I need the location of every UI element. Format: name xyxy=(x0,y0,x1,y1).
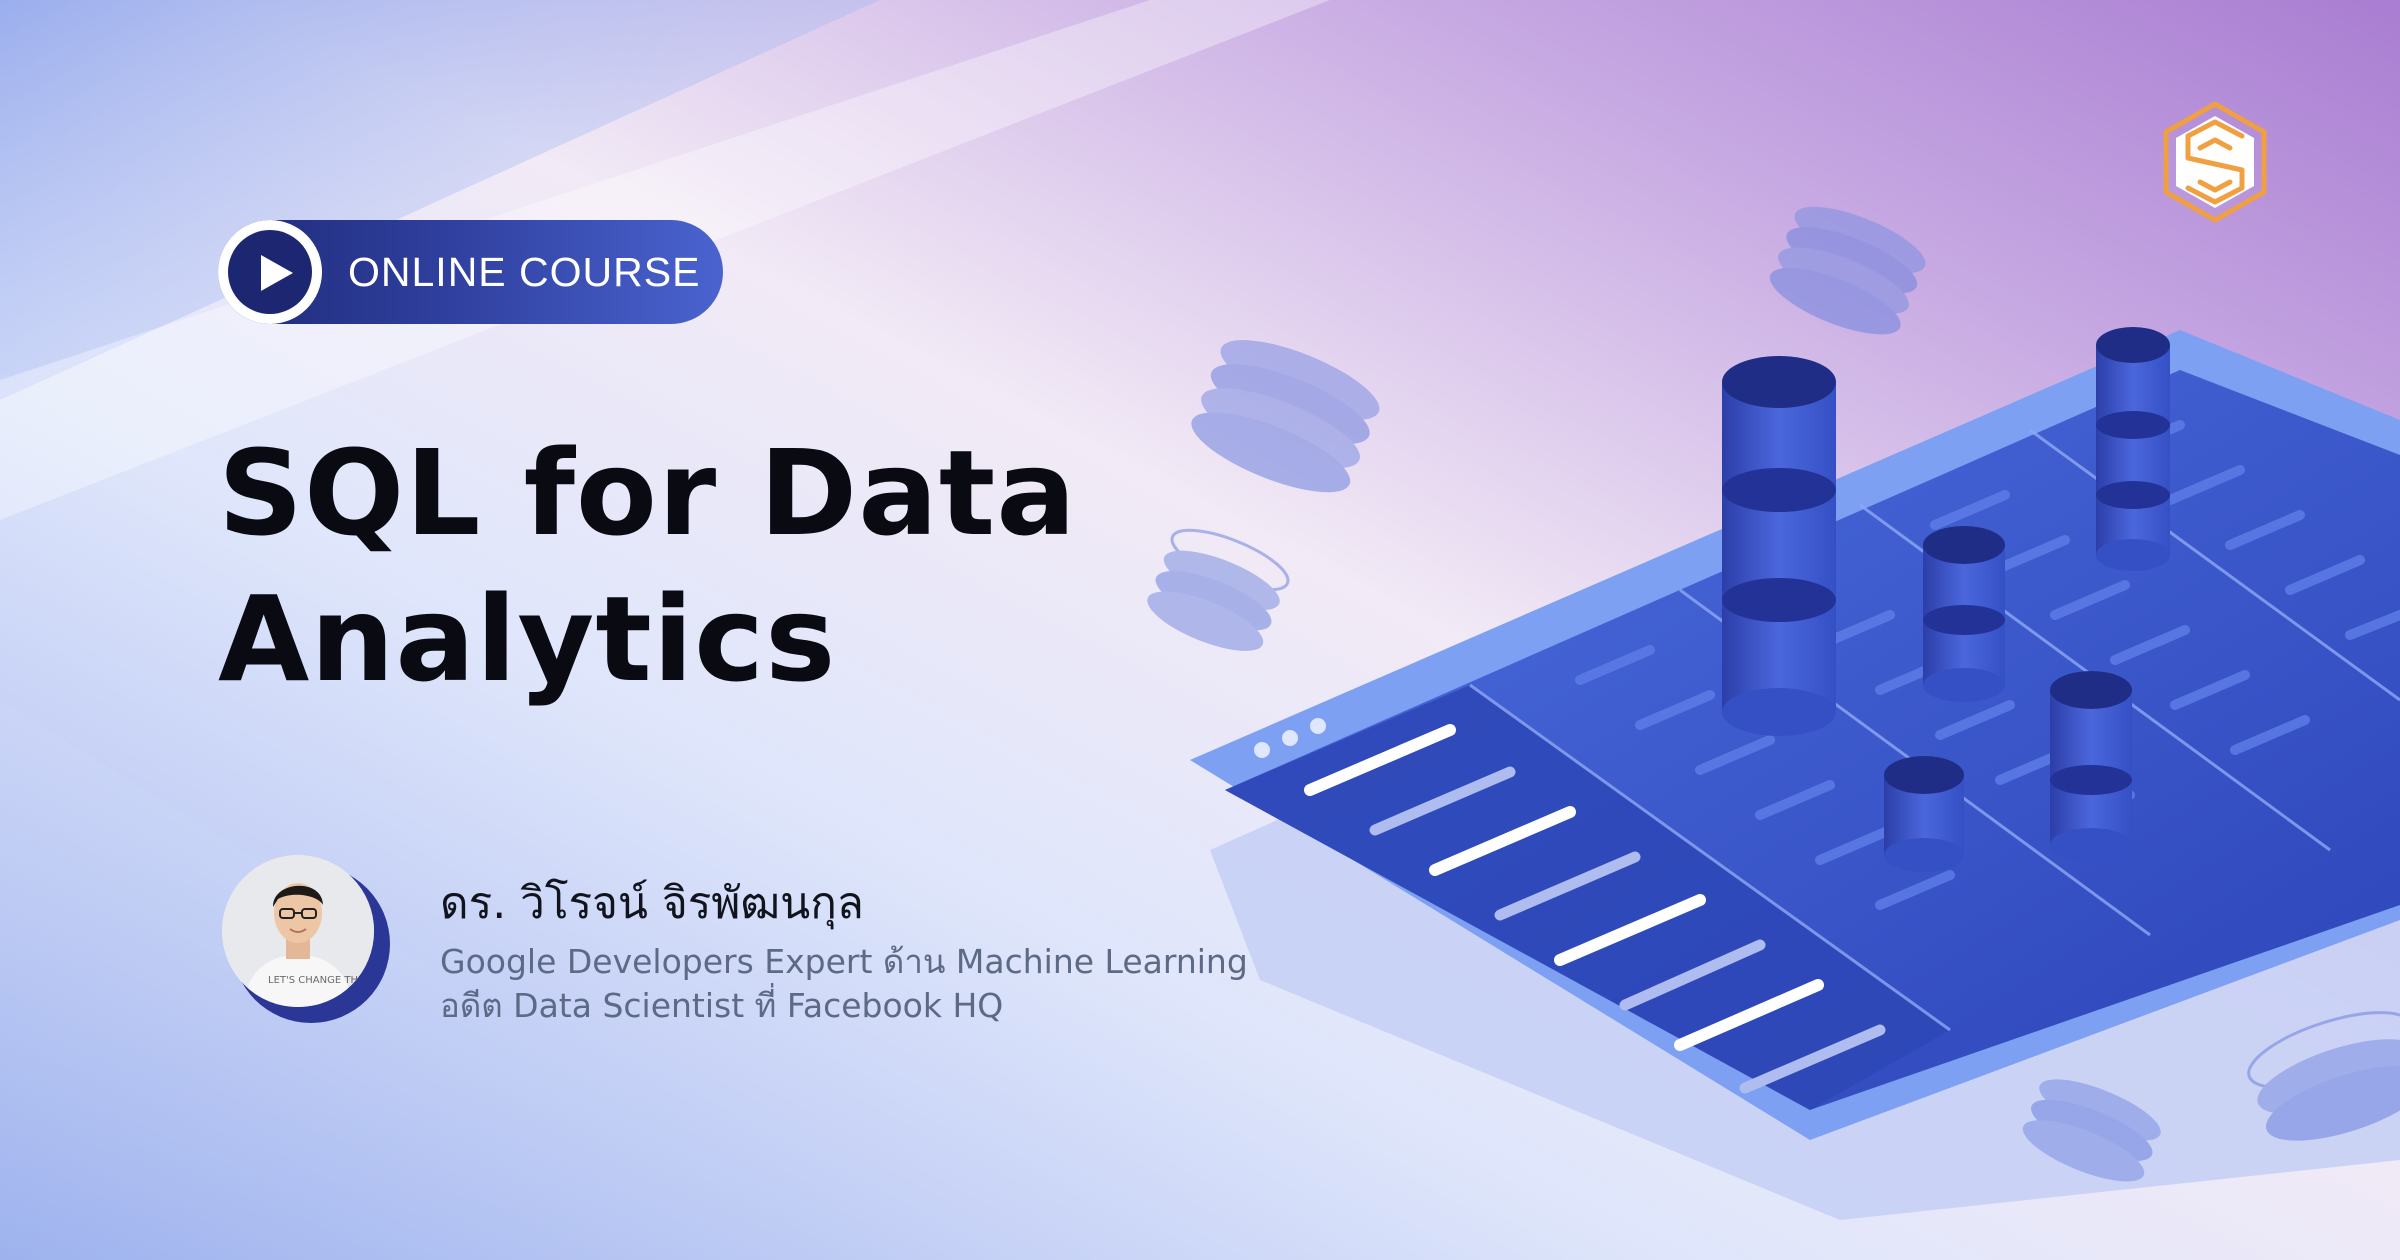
person-photo-icon: LET'S CHANGE THE WAY xyxy=(222,855,374,1007)
course-title-line-2: Analytics xyxy=(218,570,837,708)
instructor-avatar: LET'S CHANGE THE WAY xyxy=(222,855,390,1023)
course-title-line-1: SQL for Data xyxy=(218,424,1077,562)
instructor-name: ดร. วิโรจน์ จิรพัฒนกุล xyxy=(440,878,864,929)
instructor-credential-2: อดีต Data Scientist ที่ Facebook HQ xyxy=(440,986,1004,1025)
play-icon xyxy=(228,230,312,314)
play-button[interactable] xyxy=(218,220,322,324)
course-title: SQL for Data Analytics xyxy=(218,420,1077,712)
badge-label: ONLINE COURSE xyxy=(348,249,701,295)
brand-hexagon-logo xyxy=(2163,101,2267,223)
avatar: LET'S CHANGE THE WAY xyxy=(222,855,374,1007)
online-course-badge: ONLINE COURSE xyxy=(218,220,723,324)
